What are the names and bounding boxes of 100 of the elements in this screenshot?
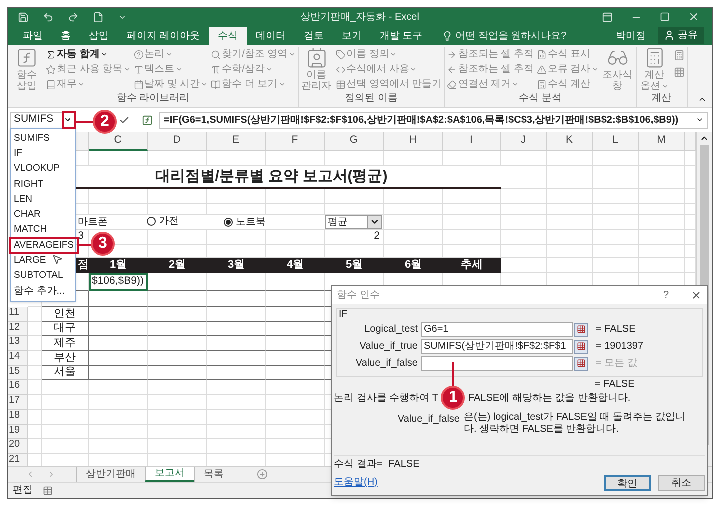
caret-icon[interactable] [64, 116, 72, 124]
menu-item[interactable]: LARGE [14, 255, 46, 268]
ribbon-tab[interactable]: 데이터 [246, 27, 295, 45]
caret-icon [201, 81, 208, 88]
ribbon-tab[interactable]: 수식 [208, 27, 247, 45]
column-header[interactable]: E [207, 132, 266, 151]
ribbon-tab[interactable]: 개발 도구 [370, 27, 432, 45]
grid-icon[interactable] [674, 67, 685, 78]
scroll-up-icon[interactable] [700, 134, 709, 143]
ribbon-tab[interactable]: 홈 [52, 27, 80, 45]
menu-item[interactable]: RIGHT [14, 178, 44, 191]
ribbon-tab[interactable]: 보기 [332, 27, 371, 45]
row-header[interactable]: 13 [8, 336, 28, 352]
caret-icon [370, 217, 380, 227]
ribbon-tab[interactable]: 파일 [14, 27, 52, 45]
redo-icon[interactable] [68, 12, 79, 22]
formula-bar[interactable]: =IF(G6=1,SUMIFS(상반기판매!$F$2:$F$106,상반기판매!$A$2:$A$106,목록!$C$3,상반기판매!$B$2:$B$106,$B9)) [159, 112, 708, 128]
table-cell [89, 351, 148, 366]
row-header[interactable]: 12 [8, 322, 28, 336]
dialog-button[interactable]: 확인 [604, 474, 651, 490]
table-cell [266, 273, 325, 291]
table-cell [28, 380, 42, 396]
help-link[interactable]: 도움말(H) [334, 475, 378, 490]
new-document-icon[interactable] [93, 12, 104, 22]
radio-option[interactable]: 노트북 [224, 214, 266, 230]
row-header[interactable]: 19 [8, 424, 28, 440]
menu-item[interactable]: SUMIFS [14, 132, 50, 145]
column-header[interactable]: J [501, 132, 547, 151]
tell-me-field[interactable]: 어떤 작업을 원하시나요? [442, 27, 567, 45]
table-cell [28, 307, 42, 322]
table-cell [28, 322, 42, 336]
row-header[interactable]: 21 [8, 454, 28, 466]
menu-item[interactable]: SUBTOTAL [14, 270, 64, 282]
table-cell [89, 395, 148, 410]
column-header[interactable]: C [89, 132, 148, 151]
column-header[interactable]: K [547, 132, 593, 151]
row-header[interactable]: 16 [8, 380, 28, 396]
share-button[interactable]: 공유 [658, 27, 704, 44]
enter-icon[interactable] [119, 114, 130, 126]
calculator-icon[interactable] [674, 50, 685, 61]
menu-item[interactable]: IF [14, 148, 22, 160]
column-header[interactable]: D [148, 132, 207, 151]
help-button[interactable]: ? [663, 288, 669, 302]
expand-icon[interactable] [696, 116, 704, 124]
close-icon[interactable] [691, 290, 702, 300]
ribbon-button[interactable]: 자동 합계 [46, 47, 131, 62]
argument-field[interactable] [421, 356, 573, 371]
row-header[interactable]: 18 [8, 410, 28, 424]
function-icon[interactable] [142, 114, 153, 126]
menu-item[interactable]: LEN [14, 194, 32, 206]
column-header[interactable]: L [593, 132, 639, 151]
ribbon-tab[interactable]: 삽입 [80, 27, 118, 45]
sheet-tab[interactable]: 보고서 [145, 467, 194, 482]
row-header[interactable]: 15 [8, 366, 28, 380]
argument-help-text: 은(는) logical_test가 FALSE일 때 돌려주는 값입니다. 생략하면 FALSE를 반환합니다. [464, 412, 687, 436]
stat-dropdown[interactable]: 평균 [325, 215, 382, 229]
column-header[interactable]: F [266, 132, 325, 151]
table-cell [89, 291, 148, 307]
table-cell [207, 336, 266, 352]
column-heading: 4월 [286, 258, 304, 274]
menu-item[interactable]: VLOOKUP [14, 163, 60, 176]
range-picker-button[interactable] [574, 322, 588, 336]
table-cell [384, 204, 443, 215]
argument-result: = 모든 값 [596, 357, 638, 371]
menu-item[interactable]: 함수 추가... [14, 286, 66, 298]
menu-item[interactable]: MATCH [14, 224, 48, 236]
range-picker-button[interactable] [574, 356, 588, 370]
table-cell [148, 410, 207, 424]
row-header[interactable]: 17 [8, 395, 28, 410]
dialog-button[interactable]: 취소 [658, 474, 705, 490]
collapse-ribbon-icon[interactable] [698, 95, 707, 104]
table-cell [207, 395, 266, 410]
ribbon-tab[interactable]: 검토 [294, 27, 333, 45]
undo-icon[interactable] [43, 12, 54, 22]
row-header[interactable]: 20 [8, 439, 28, 454]
radio-option[interactable]: 가전 [147, 214, 179, 228]
ribbon-display-icon[interactable] [602, 12, 613, 22]
row-header[interactable]: 14 [8, 351, 28, 366]
menu-item[interactable]: CHAR [14, 209, 41, 222]
save-icon[interactable] [18, 12, 29, 22]
column-header[interactable]: M [639, 132, 685, 151]
table-cell [28, 366, 42, 380]
macro-record-icon[interactable] [43, 486, 53, 496]
column-header[interactable]: G [325, 132, 384, 151]
table-cell [443, 204, 501, 215]
table-cell [501, 151, 547, 166]
close-icon[interactable] [688, 11, 700, 23]
argument-field[interactable]: SUMIFS(상반기판매!$F$2:$F$1 [421, 339, 573, 354]
row-header[interactable]: 11 [8, 307, 28, 322]
add-sheet-icon[interactable] [257, 469, 268, 480]
column-header[interactable]: I [443, 132, 501, 151]
table-cell [28, 410, 42, 424]
range-picker-button[interactable] [574, 340, 588, 354]
argument-field[interactable]: G6=1 [421, 322, 573, 337]
ribbon-tab[interactable]: 페이지 레이아웃 [118, 27, 209, 45]
column-header[interactable]: H [384, 132, 443, 151]
calendar-icon [134, 80, 144, 90]
menu-item[interactable]: AVERAGEIFS [14, 240, 74, 252]
active-cell[interactable]: $106,$B9)) [89, 273, 148, 291]
maximize-icon[interactable] [660, 12, 670, 22]
